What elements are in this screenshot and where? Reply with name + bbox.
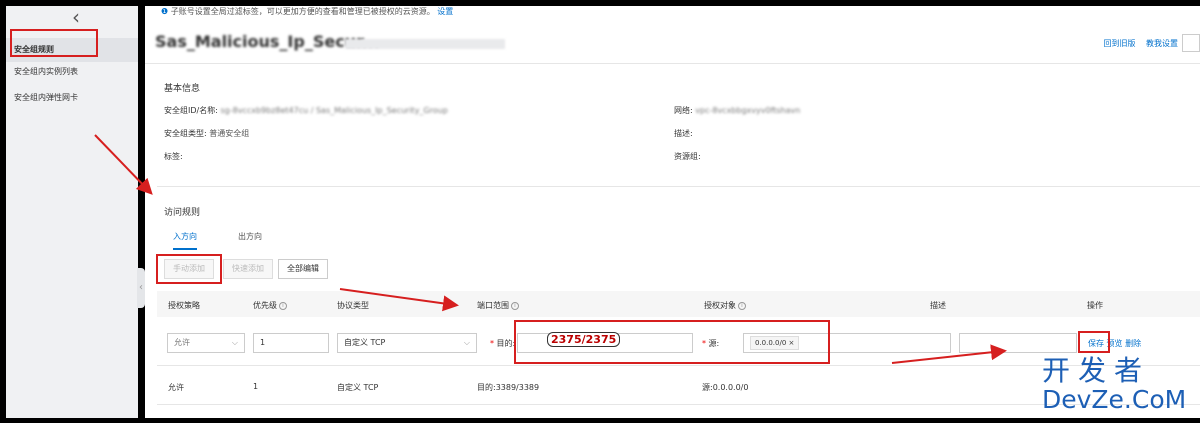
arrow-to-save [891, 344, 1007, 364]
arrow-to-port [339, 288, 459, 312]
watermark-cn: 开发者 [1042, 354, 1151, 387]
watermark-en: DevZe.CoM [1042, 385, 1187, 414]
watermark: 开发者 DevZe.CoM [1042, 356, 1186, 414]
screenshot-frame: ‹ 安全组规则 安全组内实例列表 安全组内弹性网卡 ‹ ❶ 子账号设置全局过滤标… [0, 0, 1200, 423]
arrow-to-rules [94, 134, 153, 195]
annotation-arrows [94, 134, 1007, 364]
